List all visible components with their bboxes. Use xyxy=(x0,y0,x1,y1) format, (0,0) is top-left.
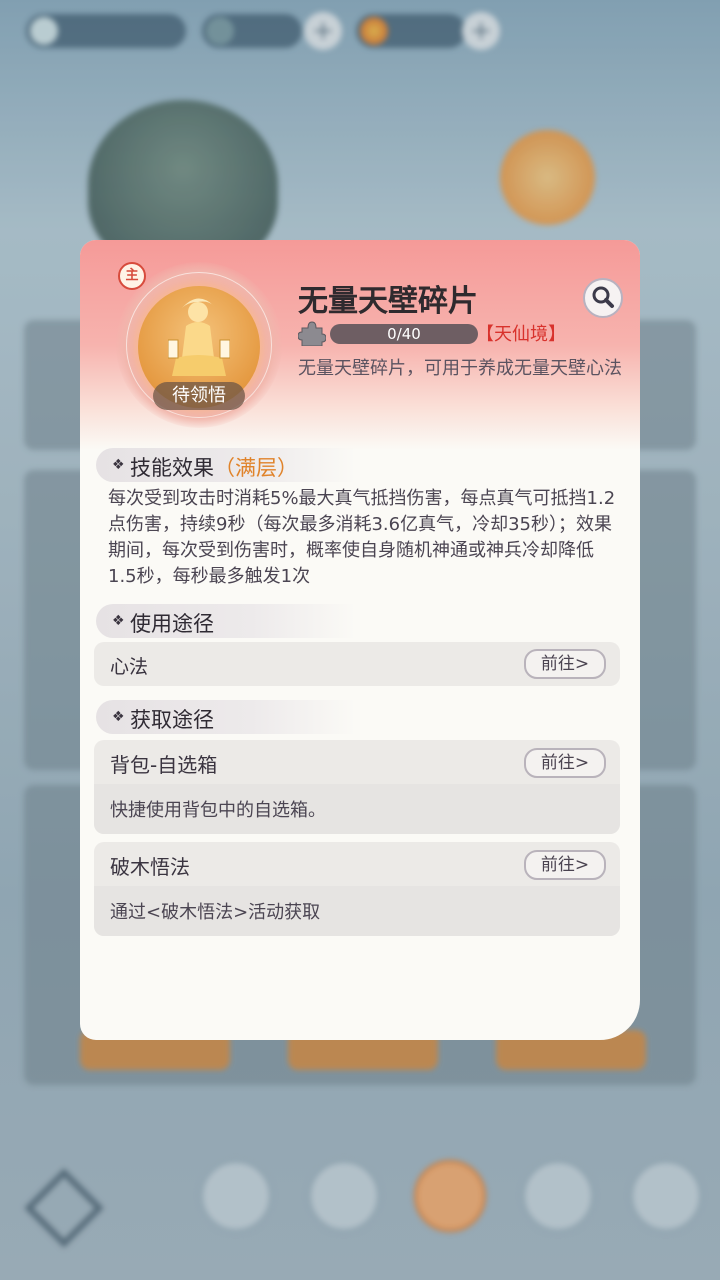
diamond-bullet-icon: ❖ xyxy=(112,709,125,725)
popup-header: 主 待领悟 无量天壁碎片 0/40 【天仙境】 无量天壁碎片，可用于养成无量天壁… xyxy=(80,240,640,450)
puzzle-piece-icon xyxy=(298,321,326,346)
source-row-label: 破木悟法 xyxy=(110,855,190,879)
source-row-desc: 通过<破木悟法>活动获取 xyxy=(110,902,321,923)
status-badge: 待领悟 xyxy=(153,382,245,410)
main-badge: 主 xyxy=(118,262,146,290)
source-section-header: ❖ 获取途径 xyxy=(96,700,356,734)
goto-button[interactable]: 前往> xyxy=(524,850,606,880)
search-icon xyxy=(592,286,614,308)
skill-effect-text: 每次受到攻击时消耗5%最大真气抵挡伤害，每点真气可抵挡1.2点伤害，持续9秒（每… xyxy=(108,488,616,587)
skill-section-header: ❖ 技能效果（满层） xyxy=(96,448,356,482)
source-row-desc-box: 通过<破木悟法>活动获取 xyxy=(94,886,620,936)
source-row-desc-box: 快捷使用背包中的自选箱。 xyxy=(94,784,620,834)
source-row-label: 背包-自选箱 xyxy=(110,753,218,777)
source-row-backpack: 背包-自选箱 前往> 快捷使用背包中的自选箱。 xyxy=(94,740,620,834)
skill-section-title: 技能效果 xyxy=(130,456,214,480)
usage-row-label: 心法 xyxy=(110,656,149,678)
progress-text: 0/40 xyxy=(387,325,421,343)
realm-label: 【天仙境】 xyxy=(476,324,566,345)
golden-figure-icon xyxy=(168,298,230,376)
usage-section-header: ❖ 使用途径 xyxy=(96,604,356,638)
goto-button[interactable]: 前往> xyxy=(524,649,606,679)
search-button[interactable] xyxy=(583,278,623,318)
usage-row-xinfa: 心法 前往> xyxy=(94,642,620,686)
collection-progress-bar: 0/40 xyxy=(330,324,478,344)
source-section-title: 获取途径 xyxy=(130,708,214,732)
item-title: 无量天壁碎片 xyxy=(298,284,478,319)
diamond-bullet-icon: ❖ xyxy=(112,613,125,629)
item-description: 无量天壁碎片，可用于养成无量天壁心法 xyxy=(298,358,622,379)
usage-section-title: 使用途径 xyxy=(130,612,214,636)
skill-level-tag: （满层） xyxy=(214,456,298,480)
diamond-bullet-icon: ❖ xyxy=(112,457,125,473)
item-detail-popup: 主 待领悟 无量天壁碎片 0/40 【天仙境】 无量天壁碎片，可用于养成无量天壁… xyxy=(80,240,640,1040)
goto-button[interactable]: 前往> xyxy=(524,748,606,778)
source-row-pomu: 破木悟法 前往> 通过<破木悟法>活动获取 xyxy=(94,842,620,936)
source-row-desc: 快捷使用背包中的自选箱。 xyxy=(110,800,326,821)
